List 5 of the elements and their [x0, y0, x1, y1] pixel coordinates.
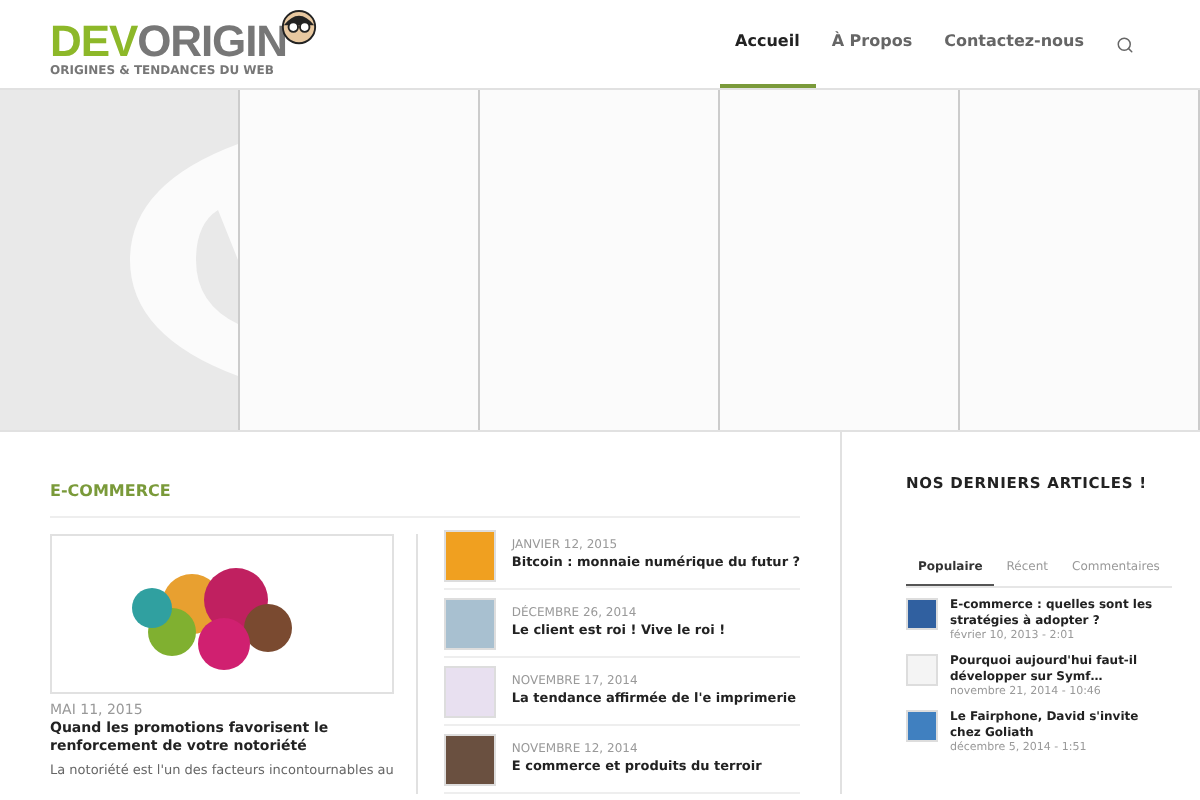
nav-link[interactable]: Contactez-nous	[928, 0, 1100, 88]
logo-wordmark[interactable]: DEVORIGIN	[50, 20, 288, 64]
search-icon	[1116, 35, 1134, 53]
section-title: E-COMMERCE	[50, 480, 800, 518]
nav-link[interactable]: À Propos	[815, 0, 929, 88]
